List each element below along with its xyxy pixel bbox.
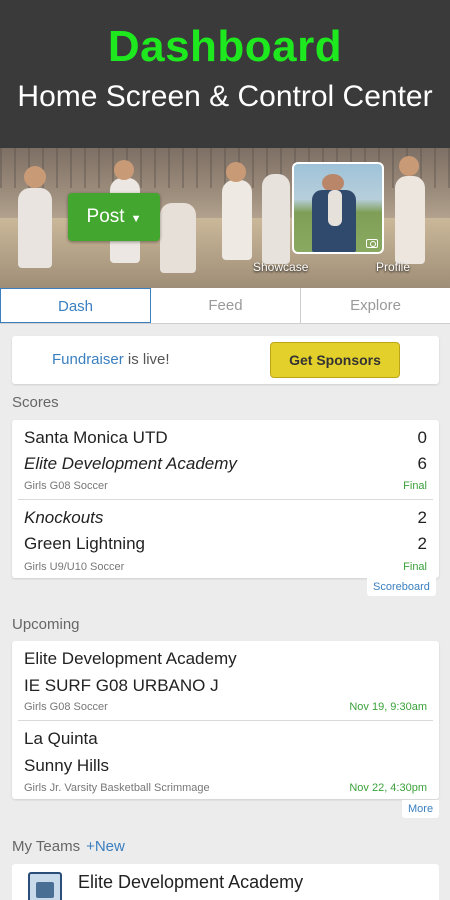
- promo-header: Dashboard Home Screen & Control Center: [0, 0, 450, 148]
- scores-card: Santa Monica UTD 0 Elite Development Aca…: [12, 420, 439, 578]
- game-time: Nov 19, 9:30am: [349, 701, 427, 713]
- score-row[interactable]: Knockouts 2 Green Lightning 2 Girls U9/U…: [18, 500, 433, 580]
- team-score: 0: [417, 428, 427, 447]
- player-head: [114, 160, 134, 180]
- player-figure: [395, 176, 425, 264]
- fundraiser-message: Fundraiser is live!: [52, 351, 170, 368]
- upcoming-row[interactable]: La Quinta Sunny Hills Girls Jr. Varsity …: [18, 721, 433, 801]
- team-name: Santa Monica UTD: [24, 428, 168, 447]
- profile-photo[interactable]: [292, 162, 384, 254]
- upcoming-header: Upcoming: [12, 616, 80, 633]
- team-name: Elite Development Academy: [78, 872, 304, 892]
- game-status: Final: [403, 561, 427, 573]
- caret-down-icon: ▼: [130, 212, 142, 225]
- tab-feed[interactable]: Feed: [151, 288, 301, 323]
- league-label: Girls G08 Soccer: [24, 480, 108, 492]
- my-teams-header: My Teams +New: [12, 838, 125, 855]
- upcoming-card: Elite Development Academy IE SURF G08 UR…: [12, 641, 439, 799]
- player-figure: [262, 174, 290, 264]
- showcase-link[interactable]: Showcase: [253, 260, 308, 274]
- promo-subtitle: Home Screen & Control Center: [17, 80, 433, 113]
- fundraiser-link[interactable]: Fundraiser: [52, 351, 124, 368]
- promo-title: Dashboard: [107, 22, 343, 71]
- team-name: Knockouts: [24, 508, 104, 527]
- game-status: Final: [403, 480, 427, 492]
- player-figure: [160, 203, 196, 273]
- post-label: Post: [86, 206, 125, 227]
- team-score: 6: [417, 454, 427, 473]
- team-name: Sunny Hills: [24, 756, 110, 775]
- tab-explore[interactable]: Explore: [301, 288, 450, 323]
- score-row[interactable]: Santa Monica UTD 0 Elite Development Aca…: [18, 420, 433, 500]
- team-logo: [28, 872, 62, 900]
- player-figure: [18, 188, 52, 268]
- get-sponsors-button[interactable]: Get Sponsors: [270, 342, 400, 378]
- scores-header: Scores: [12, 394, 59, 411]
- scoreboard-link[interactable]: Scoreboard: [367, 578, 436, 596]
- team-name: Elite Development Academy: [24, 649, 237, 668]
- photo-child-body: [328, 190, 342, 226]
- camera-icon[interactable]: [366, 239, 378, 248]
- player-figure: [222, 180, 252, 260]
- team-score: 2: [417, 508, 427, 527]
- team-row[interactable]: Elite Development Academy: [12, 864, 439, 900]
- league-label: Girls Jr. Varsity Basketball Scrimmage: [24, 782, 210, 794]
- upcoming-row[interactable]: Elite Development Academy IE SURF G08 UR…: [18, 641, 433, 721]
- league-label: Girls U9/U10 Soccer: [24, 561, 125, 573]
- tab-dash[interactable]: Dash: [0, 288, 151, 323]
- player-head: [226, 162, 246, 182]
- post-button[interactable]: Post ▼: [68, 193, 160, 241]
- new-team-button[interactable]: +New: [86, 838, 125, 855]
- league-label: Girls G08 Soccer: [24, 701, 108, 713]
- team-name: Green Lightning: [24, 534, 145, 553]
- player-head: [24, 166, 46, 188]
- profile-link[interactable]: Profile: [376, 260, 410, 274]
- team-name: La Quinta: [24, 729, 98, 748]
- player-head: [399, 156, 419, 176]
- my-teams-title: My Teams: [12, 838, 81, 855]
- game-time: Nov 22, 4:30pm: [349, 782, 427, 794]
- fundraiser-card: Fundraiser is live! Get Sponsors: [12, 336, 439, 384]
- tab-bar: Dash Feed Explore: [0, 288, 450, 324]
- team-name: IE SURF G08 URBANO J: [24, 676, 219, 695]
- team-score: 2: [417, 534, 427, 553]
- team-name: Elite Development Academy: [24, 454, 237, 473]
- more-link[interactable]: More: [402, 800, 440, 818]
- fundraiser-status-text: is live!: [123, 351, 170, 368]
